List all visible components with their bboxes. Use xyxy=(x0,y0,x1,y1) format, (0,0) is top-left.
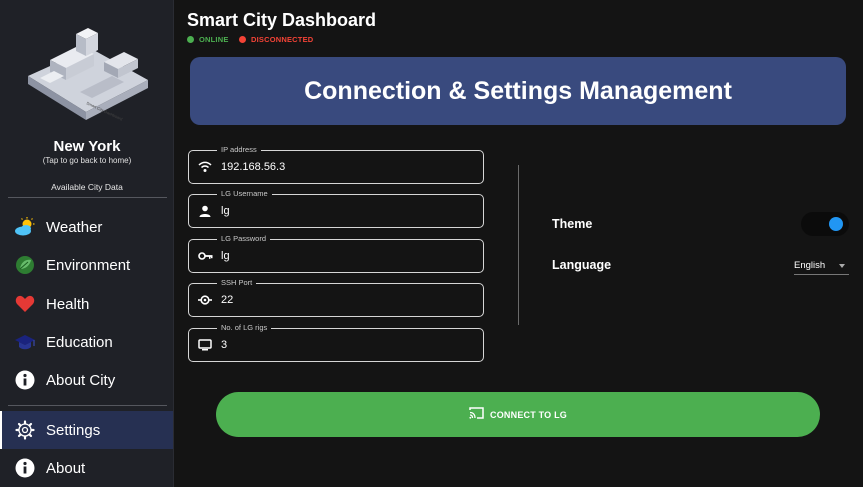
theme-label: Theme xyxy=(552,217,593,231)
field-label: No. of LG rigs xyxy=(217,323,272,333)
ssh-port-field[interactable]: SSH Port xyxy=(188,278,484,317)
sidebar-item-about[interactable]: About xyxy=(0,449,173,487)
education-icon xyxy=(14,331,36,353)
environment-icon xyxy=(14,254,36,276)
field-label: IP address xyxy=(217,145,261,155)
gear-icon xyxy=(14,419,36,441)
password-input[interactable] xyxy=(221,246,471,266)
sidebar-item-about-city[interactable]: About City xyxy=(0,361,173,399)
page-banner: Connection & Settings Management xyxy=(190,57,846,125)
sidebar: Smart City Dashboard New York (Tap to go… xyxy=(0,0,174,487)
lg-rigs-input[interactable] xyxy=(221,335,471,355)
field-label: LG Username xyxy=(217,189,272,199)
sidebar-item-label: Settings xyxy=(46,421,101,439)
page-title: Connection & Settings Management xyxy=(304,76,732,105)
app-root: Smart City Dashboard New York (Tap to go… xyxy=(0,0,863,487)
sidebar-item-label: Education xyxy=(46,333,113,351)
sidebar-divider xyxy=(8,197,167,198)
status-dot xyxy=(239,36,246,43)
language-label: Language xyxy=(552,258,612,272)
key-icon xyxy=(197,248,213,264)
sidebar-item-education[interactable]: Education xyxy=(0,323,173,361)
cast-icon xyxy=(469,406,484,424)
language-value: English xyxy=(794,260,826,271)
status-online: ONLINE xyxy=(187,35,229,44)
username-field[interactable]: LG Username xyxy=(188,189,484,228)
wifi-icon xyxy=(197,159,213,175)
status-label: ONLINE xyxy=(199,35,229,44)
lg-rigs-field[interactable]: No. of LG rigs xyxy=(188,323,484,362)
sidebar-item-environment[interactable]: Environment xyxy=(0,246,173,284)
sidebar-item-label: Environment xyxy=(46,256,131,274)
sidebar-item-label: Health xyxy=(46,295,90,313)
person-icon xyxy=(197,203,213,219)
info-icon xyxy=(14,369,36,391)
ip-address-field[interactable]: IP address xyxy=(188,145,484,184)
city-hint: (Tap to go back to home) xyxy=(42,156,132,165)
toggle-knob xyxy=(829,217,843,231)
sidebar-item-label: About xyxy=(46,459,86,477)
info-icon xyxy=(14,457,36,479)
sidebar-item-label: About City xyxy=(46,371,116,389)
section-title: Available City Data xyxy=(51,182,123,192)
status-disconnected: DISCONNECTED xyxy=(239,35,313,44)
weather-icon xyxy=(14,216,36,238)
ssh-port-input[interactable] xyxy=(221,290,471,310)
monitor-icon xyxy=(197,337,213,353)
status-label: DISCONNECTED xyxy=(251,35,314,44)
theme-toggle[interactable] xyxy=(801,212,849,236)
connect-button[interactable]: CONNECT TO LG xyxy=(216,392,820,437)
sidebar-divider xyxy=(8,405,167,406)
sidebar-item-settings[interactable]: Settings xyxy=(0,411,173,449)
vertical-divider xyxy=(518,165,519,325)
field-label: SSH Port xyxy=(217,278,257,288)
heart-icon xyxy=(14,293,36,315)
sidebar-item-health[interactable]: Health xyxy=(0,285,173,323)
sidebar-item-label: Weather xyxy=(46,218,103,236)
city-name[interactable]: New York xyxy=(0,138,174,155)
chevron-down-icon xyxy=(839,264,845,268)
port-icon xyxy=(197,292,213,308)
city-illustration[interactable]: Smart City Dashboard xyxy=(20,18,154,126)
field-label: LG Password xyxy=(217,234,271,244)
status-dot xyxy=(187,36,194,43)
username-input[interactable] xyxy=(221,201,471,221)
language-select[interactable]: English xyxy=(794,257,849,275)
app-title: Smart City Dashboard xyxy=(187,10,377,30)
password-field[interactable]: LG Password xyxy=(188,234,484,273)
ip-address-input[interactable] xyxy=(221,157,471,177)
sidebar-item-weather[interactable]: Weather xyxy=(0,208,173,246)
connect-label: CONNECT TO LG xyxy=(490,409,567,420)
